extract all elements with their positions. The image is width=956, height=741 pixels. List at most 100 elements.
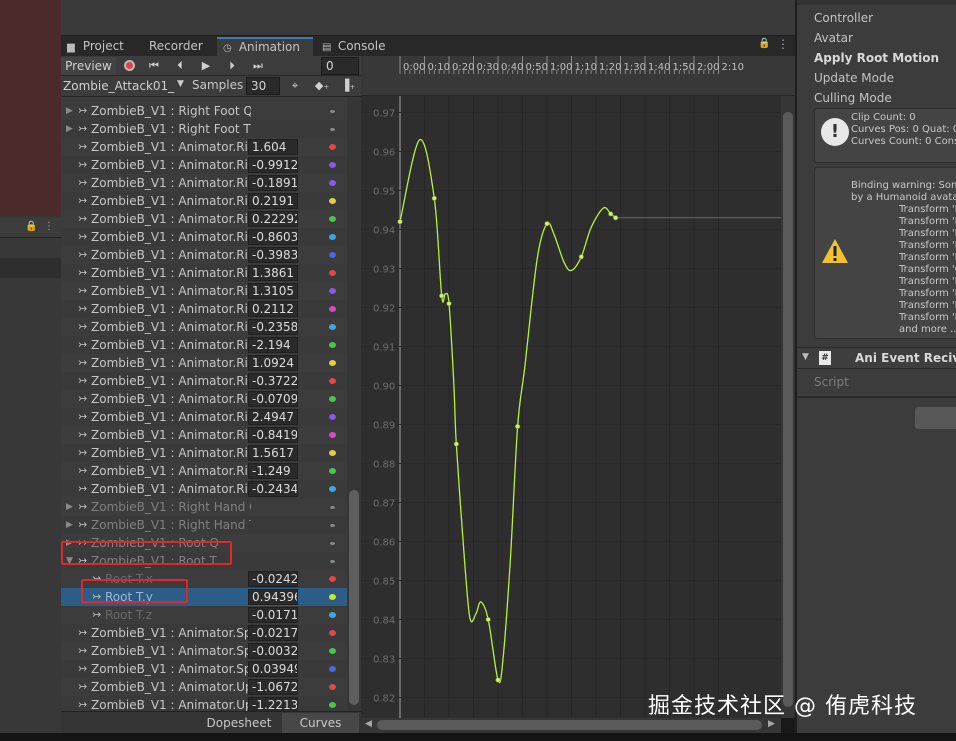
property-row[interactable]: ↣ ZombieB_V1 : Animator.Righ 2.4947 [61, 408, 349, 426]
curve-color-dot[interactable] [329, 630, 336, 636]
curve-color-dot[interactable] [329, 612, 336, 618]
add-keyframe-button[interactable]: ⌖ [285, 77, 305, 95]
samples-field[interactable]: 30 [246, 77, 280, 95]
property-row[interactable]: ↣ ZombieB_V1 : Animator.Righ -1.249 [61, 462, 349, 480]
prev-keyframe-button[interactable]: ⏴ [169, 57, 191, 75]
curve-color-dot[interactable] [329, 576, 336, 582]
curve-color-dot[interactable] [329, 324, 336, 330]
property-value-field[interactable]: -0.8603 [248, 229, 298, 245]
property-value-field[interactable]: -1.249 [248, 463, 298, 479]
curve-color-dot[interactable] [329, 252, 336, 258]
tab-recorder[interactable]: Recorder [143, 37, 213, 56]
keyframe-point[interactable] [431, 195, 437, 201]
curve-color-dot[interactable] [329, 306, 336, 312]
curve-color-dot[interactable] [329, 702, 336, 708]
property-row[interactable]: ↣ ZombieB_V1 : Animator.Spir -0.0032 [61, 642, 349, 660]
property-value-field[interactable]: -0.1891 [248, 175, 298, 191]
keyframe-point[interactable] [515, 423, 521, 429]
curve-color-dot[interactable] [329, 342, 336, 348]
component-header[interactable]: ▼ # Ani Event Reciver [797, 347, 956, 369]
property-value-field[interactable]: 0.94396 [248, 589, 298, 605]
lock-icon[interactable]: 🔒 [758, 38, 770, 49]
curve-color-dot[interactable] [329, 288, 336, 294]
add-event-button[interactable]: ▐₊ [338, 77, 358, 95]
property-row[interactable]: ↣ ZombieB_V1 : Animator.Righ 1.0924 [61, 354, 349, 372]
add-component-button[interactable] [915, 407, 956, 429]
curve-color-dot[interactable] [329, 270, 336, 276]
property-row[interactable]: ▶ ↣ ZombieB_V1 : Right Foot Q [61, 102, 349, 120]
keyframe-point[interactable] [446, 301, 452, 307]
property-row[interactable]: ↣ ZombieB_V1 : Animator.Righ 0.2191 [61, 192, 349, 210]
curve-color-dot[interactable] [329, 198, 336, 204]
curve-color-dot[interactable] [329, 594, 336, 600]
last-keyframe-button[interactable]: ⏭ [247, 57, 269, 75]
property-value-field[interactable]: -0.0171 [248, 607, 298, 623]
curve-color-dot[interactable] [329, 468, 336, 474]
property-value-field[interactable]: 0.2112 [248, 301, 298, 317]
tab-console[interactable]: ▤ Console [316, 37, 396, 56]
curve-color-dot[interactable] [329, 396, 336, 402]
property-value-field[interactable]: -0.3983 [248, 247, 298, 263]
foldout-collapsed-icon[interactable]: ▶ [66, 102, 73, 120]
curve-color-dot[interactable] [330, 542, 335, 545]
property-value-field[interactable]: 2.4947 [248, 409, 298, 425]
property-row[interactable]: ↣ ZombieB_V1 : Animator.Righ -0.8419 [61, 426, 349, 444]
property-value-field[interactable]: -1.2213 [248, 697, 298, 711]
keyframe-point[interactable] [495, 677, 501, 683]
curve-color-dot[interactable] [330, 560, 335, 563]
keyframe-point[interactable] [453, 441, 459, 447]
curve-color-dot[interactable] [329, 648, 336, 654]
property-value-field[interactable]: -0.2434 [248, 481, 298, 497]
property-row[interactable]: ↣ ZombieB_V1 : Animator.Righ 1.3105 [61, 282, 349, 300]
property-row[interactable]: ▶ ↣ ZombieB_V1 : Right Hand Q [61, 498, 349, 516]
curve-color-dot[interactable] [329, 684, 336, 690]
curve-color-dot[interactable] [330, 506, 335, 509]
kebab-menu-icon[interactable]: ⋮ [44, 221, 54, 232]
property-value-field[interactable]: -0.2358 [248, 319, 298, 335]
property-value-field[interactable]: 1.604 [248, 139, 298, 155]
property-value-field[interactable]: -0.3722 [248, 373, 298, 389]
curve-chart[interactable]: 0.97 0.96 0.95 0.94 0.93 0.92 0.91 0.90 0.89 0.88… [361, 56, 781, 718]
property-row[interactable]: ↣ ZombieB_V1 : Animator.Spir 0.03949 [61, 660, 349, 678]
tab-dopesheet[interactable]: Dopesheet [198, 713, 280, 734]
clip-selector[interactable]: Zombie_Attack01_ir [63, 77, 175, 95]
property-row[interactable]: ↣ ZombieB_V1 : Animator.Righ -0.2434 [61, 480, 349, 498]
property-value-field[interactable]: -0.0709 [248, 391, 298, 407]
property-row[interactable]: ↣ ZombieB_V1 : Animator.Righ 1.5617 [61, 444, 349, 462]
tab-project[interactable]: ▆ Project [61, 37, 141, 56]
keyframe-point[interactable] [608, 211, 614, 217]
curve-color-dot[interactable] [329, 234, 336, 240]
curve-color-dot[interactable] [329, 450, 336, 456]
curve-color-dot[interactable] [329, 666, 336, 672]
curve-color-dot[interactable] [329, 378, 336, 384]
curve-color-dot[interactable] [330, 110, 335, 113]
frame-field[interactable]: 0 [321, 57, 359, 75]
property-row[interactable]: ↣ ZombieB_V1 : Animator.Spir -0.0217 [61, 624, 349, 642]
property-row[interactable]: ↣ ZombieB_V1 : Animator.Righ -0.0709 [61, 390, 349, 408]
curve-color-dot[interactable] [330, 128, 335, 131]
property-row[interactable]: ↣ ZombieB_V1 : Animator.Righ 1.604 [61, 138, 349, 156]
property-value-field[interactable]: -0.8419 [248, 427, 298, 443]
lock-icon[interactable]: 🔒 [25, 221, 37, 232]
property-value-field[interactable]: 0.03949 [248, 661, 298, 677]
curve-vertical-scroll-thumb[interactable] [783, 112, 793, 707]
curve-color-dot[interactable] [329, 180, 336, 186]
property-value-field[interactable]: 1.0924 [248, 355, 298, 371]
foldout-collapsed-icon[interactable]: ▶ [66, 498, 73, 516]
property-value-field[interactable]: -0.0217 [248, 625, 298, 641]
property-value-field[interactable]: 1.3861 [248, 265, 298, 281]
property-row[interactable]: ↣ ZombieB_V1 : Animator.Righ -0.2358 [61, 318, 349, 336]
property-row[interactable]: ↣ ZombieB_V1 : Animator.Righ 0.22292 [61, 210, 349, 228]
property-value-field[interactable]: 0.2191 [248, 193, 298, 209]
keyframe-point[interactable] [613, 215, 619, 221]
keyframe-point[interactable] [397, 219, 403, 225]
tab-curves[interactable]: Curves [282, 713, 359, 734]
property-row[interactable]: ↣ ZombieB_V1 : Animator.Upp -1.2213 [61, 696, 349, 711]
property-value-field[interactable]: 0.22292 [248, 211, 298, 227]
play-button[interactable]: ▶ [195, 57, 217, 75]
property-value-field[interactable]: -1.0672 [248, 679, 298, 695]
keyframe-point[interactable] [544, 221, 550, 227]
property-row[interactable]: ↣ Root T.z -0.0171 [61, 606, 349, 624]
tab-animation[interactable]: ◷ Animation [217, 37, 313, 56]
property-row[interactable]: ▶ ↣ ZombieB_V1 : Right Foot T [61, 120, 349, 138]
